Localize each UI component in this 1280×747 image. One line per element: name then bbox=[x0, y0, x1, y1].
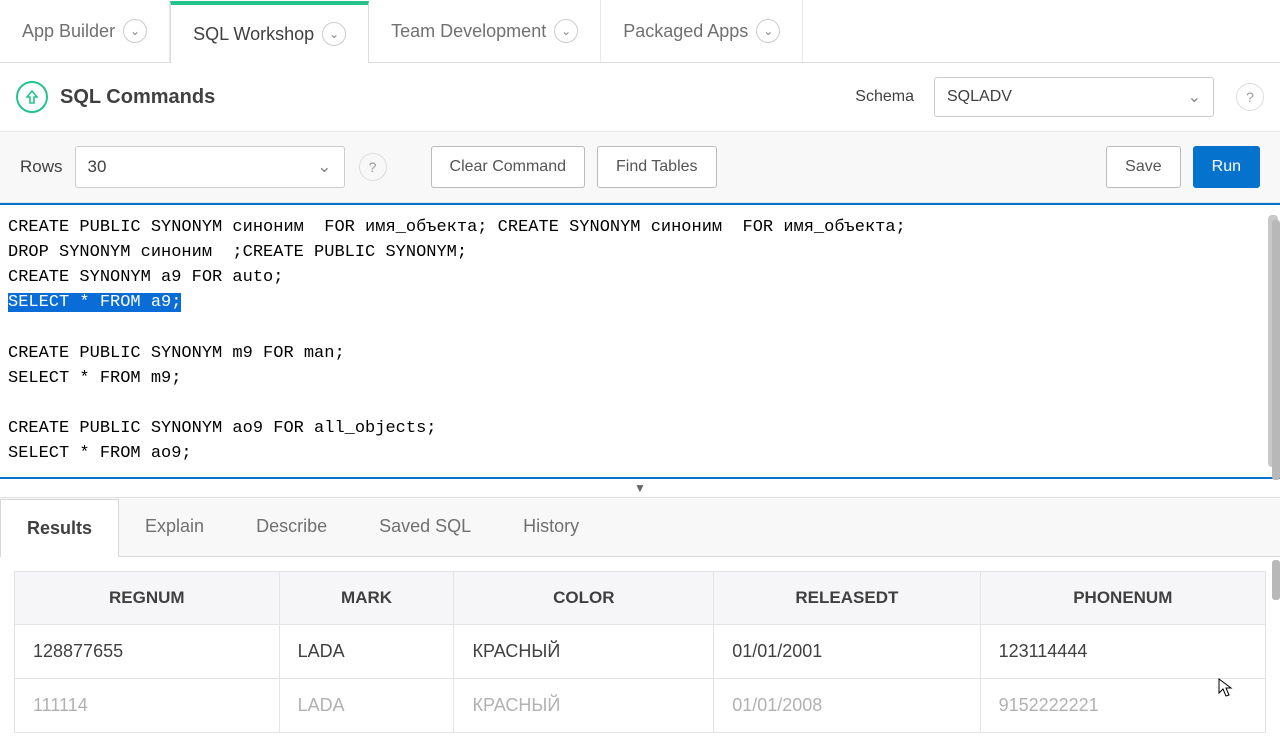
schema-label: Schema bbox=[855, 88, 914, 106]
run-button[interactable]: Run bbox=[1193, 146, 1260, 188]
col-header[interactable]: COLOR bbox=[454, 571, 714, 624]
chevron-down-icon[interactable]: ⌄ bbox=[123, 19, 147, 43]
col-header[interactable]: PHONENUM bbox=[980, 571, 1265, 624]
toolbar: Rows 30 ⌄ ? Clear Command Find Tables Sa… bbox=[0, 131, 1280, 203]
tab-history[interactable]: History bbox=[497, 498, 605, 556]
rows-label: Rows bbox=[20, 157, 63, 177]
sql-editor[interactable]: CREATE PUBLIC SYNONYM синоним FOR имя_об… bbox=[0, 203, 1280, 479]
tab-app-builder[interactable]: App Builder ⌄ bbox=[0, 0, 170, 62]
schema-select[interactable]: SQLADV ⌄ bbox=[934, 77, 1214, 117]
help-icon[interactable]: ? bbox=[1236, 83, 1264, 111]
tab-describe[interactable]: Describe bbox=[230, 498, 353, 556]
results-grid-wrap: REGNUM MARK COLOR RELEASEDT PHONENUM 128… bbox=[0, 557, 1280, 747]
tab-results[interactable]: Results bbox=[0, 499, 119, 557]
chevron-down-icon[interactable]: ⌄ bbox=[756, 19, 780, 43]
tab-saved-sql[interactable]: Saved SQL bbox=[353, 498, 497, 556]
up-arrow-icon[interactable] bbox=[16, 81, 48, 113]
rows-select[interactable]: 30 ⌄ bbox=[75, 146, 345, 188]
splitter-handle[interactable]: ▼ bbox=[0, 479, 1280, 498]
col-header[interactable]: RELEASEDT bbox=[714, 571, 980, 624]
results-table: REGNUM MARK COLOR RELEASEDT PHONENUM 128… bbox=[14, 571, 1266, 733]
selected-sql: SELECT * FROM a9; bbox=[8, 293, 181, 312]
tab-label: SQL Workshop bbox=[193, 24, 314, 45]
table-row[interactable]: 111114 LADA КРАСНЫЙ 01/01/2008 915222222… bbox=[15, 678, 1266, 732]
table-header-row: REGNUM MARK COLOR RELEASEDT PHONENUM bbox=[15, 571, 1266, 624]
page-scrollbar[interactable] bbox=[1272, 0, 1280, 720]
page-title: SQL Commands bbox=[60, 86, 215, 109]
top-tabs: App Builder ⌄ SQL Workshop ⌄ Team Develo… bbox=[0, 0, 1280, 63]
col-header[interactable]: MARK bbox=[279, 571, 454, 624]
tab-sql-workshop[interactable]: SQL Workshop ⌄ bbox=[170, 1, 369, 63]
tab-label: Team Development bbox=[391, 21, 546, 42]
result-tabs: Results Explain Describe Saved SQL Histo… bbox=[0, 498, 1280, 557]
tab-packaged-apps[interactable]: Packaged Apps ⌄ bbox=[601, 0, 803, 62]
breadcrumb: SQL Commands Schema SQLADV ⌄ ? bbox=[0, 63, 1280, 131]
chevron-down-icon[interactable]: ⌄ bbox=[554, 19, 578, 43]
schema-value: SQLADV bbox=[947, 88, 1012, 106]
help-icon[interactable]: ? bbox=[359, 153, 387, 181]
tab-label: Packaged Apps bbox=[623, 21, 748, 42]
col-header[interactable]: REGNUM bbox=[15, 571, 280, 624]
table-row[interactable]: 128877655 LADA КРАСНЫЙ 01/01/2001 123114… bbox=[15, 624, 1266, 678]
chevron-down-icon: ⌄ bbox=[317, 157, 331, 177]
tab-team-development[interactable]: Team Development ⌄ bbox=[369, 0, 601, 62]
tab-label: App Builder bbox=[22, 21, 115, 42]
find-tables-button[interactable]: Find Tables bbox=[597, 146, 717, 188]
chevron-down-icon[interactable]: ⌄ bbox=[322, 22, 346, 46]
tab-explain[interactable]: Explain bbox=[119, 498, 230, 556]
chevron-down-icon: ⌄ bbox=[1188, 87, 1201, 107]
clear-command-button[interactable]: Clear Command bbox=[431, 146, 585, 188]
save-button[interactable]: Save bbox=[1106, 146, 1180, 188]
rows-value: 30 bbox=[88, 157, 107, 177]
